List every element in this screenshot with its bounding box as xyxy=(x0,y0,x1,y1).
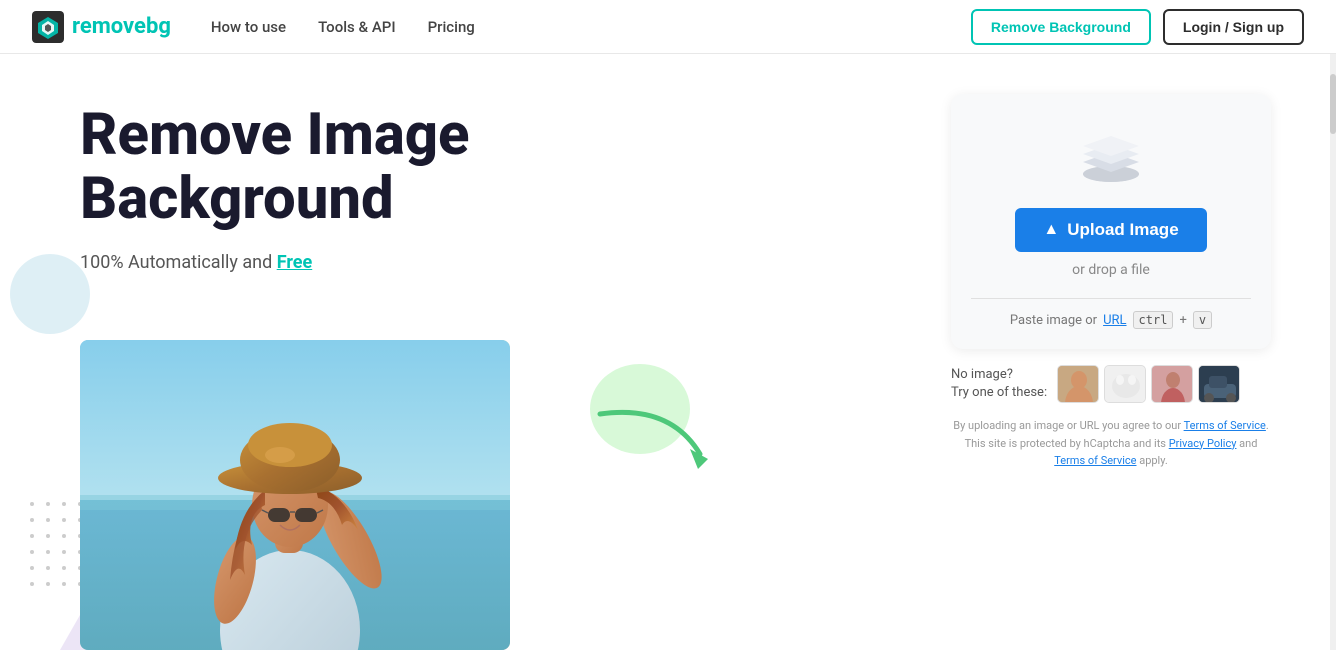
terms-of-service-link-2[interactable]: Terms of Service xyxy=(1054,454,1136,467)
no-image-text: No image? Try one of these: xyxy=(951,366,1047,402)
logo-icon xyxy=(32,11,64,43)
scrollbar[interactable] xyxy=(1330,54,1336,650)
header-right: Remove Background Login / Sign up xyxy=(971,9,1304,45)
terms-and: and xyxy=(1236,437,1257,450)
header-left: removebg How to use Tools & API Pricing xyxy=(32,11,475,43)
remove-background-button[interactable]: Remove Background xyxy=(971,9,1151,45)
logo-main: remove xyxy=(72,14,146,39)
arrow-decoration xyxy=(590,394,720,484)
no-image-line1: No image? xyxy=(951,366,1047,384)
nav-tools-api[interactable]: Tools & API xyxy=(318,18,396,36)
upload-arrow-icon: ▲ xyxy=(1043,221,1059,239)
circle-decoration xyxy=(10,254,90,334)
hero-subtitle-free: Free xyxy=(277,252,313,273)
upload-btn-label: Upload Image xyxy=(1067,220,1178,240)
sample-thumb-4[interactable] xyxy=(1198,365,1240,403)
upload-icon-area xyxy=(1076,124,1146,188)
privacy-policy-link[interactable]: Privacy Policy xyxy=(1169,437,1237,450)
logo[interactable]: removebg xyxy=(32,11,171,43)
terms-text: By uploading an image or URL you agree t… xyxy=(951,417,1271,470)
terms-end: apply. xyxy=(1136,454,1167,467)
arrow-svg xyxy=(590,394,720,484)
layers-icon xyxy=(1076,124,1146,184)
sample-section: No image? Try one of these: xyxy=(951,365,1271,403)
main-nav: How to use Tools & API Pricing xyxy=(211,18,475,36)
nav-how-to-use[interactable]: How to use xyxy=(211,18,286,36)
paste-area: Paste image or URL ctrl + v xyxy=(1010,311,1212,329)
hero-image-container xyxy=(80,340,510,650)
card-divider xyxy=(971,298,1251,299)
logo-accent: bg xyxy=(146,14,171,39)
main-content: Remove Image Background 100% Automatical… xyxy=(0,54,1336,650)
hero-subtitle: 100% Automatically and Free xyxy=(80,252,916,273)
thumb-3-svg xyxy=(1152,366,1193,403)
terms-of-service-link-1[interactable]: Terms of Service xyxy=(1184,419,1266,432)
paste-url-link[interactable]: URL xyxy=(1103,313,1126,328)
right-panel: ▲ Upload Image or drop a file Paste imag… xyxy=(916,54,1336,650)
hero-image-svg xyxy=(80,340,510,650)
left-panel: Remove Image Background 100% Automatical… xyxy=(0,54,916,650)
thumb-4-svg xyxy=(1199,366,1240,403)
paste-label-text: Paste image or xyxy=(1010,313,1097,328)
hero-title: Remove Image Background xyxy=(80,104,916,232)
header: removebg How to use Tools & API Pricing … xyxy=(0,0,1336,54)
kbd-ctrl: ctrl xyxy=(1133,311,1174,329)
logo-text: removebg xyxy=(72,14,171,39)
hero-subtitle-text: 100% Automatically and xyxy=(80,252,277,273)
thumb-2-svg xyxy=(1105,366,1146,403)
terms-pre-link: By uploading an image or URL you agree t… xyxy=(953,419,1183,432)
scrollbar-thumb[interactable] xyxy=(1330,74,1336,134)
sample-thumb-2[interactable] xyxy=(1104,365,1146,403)
sample-thumbnails xyxy=(1057,365,1240,403)
drop-text: or drop a file xyxy=(1072,262,1150,278)
no-image-line2: Try one of these: xyxy=(951,384,1047,402)
kbd-v: v xyxy=(1193,311,1212,329)
hero-image xyxy=(80,340,510,650)
upload-image-button[interactable]: ▲ Upload Image xyxy=(1015,208,1206,252)
upload-card: ▲ Upload Image or drop a file Paste imag… xyxy=(951,94,1271,349)
thumb-1-svg xyxy=(1058,366,1099,403)
sample-thumb-3[interactable] xyxy=(1151,365,1193,403)
sample-thumb-1[interactable] xyxy=(1057,365,1099,403)
plus-separator: + xyxy=(1179,313,1186,328)
nav-pricing[interactable]: Pricing xyxy=(428,18,475,36)
login-signup-button[interactable]: Login / Sign up xyxy=(1163,9,1304,45)
